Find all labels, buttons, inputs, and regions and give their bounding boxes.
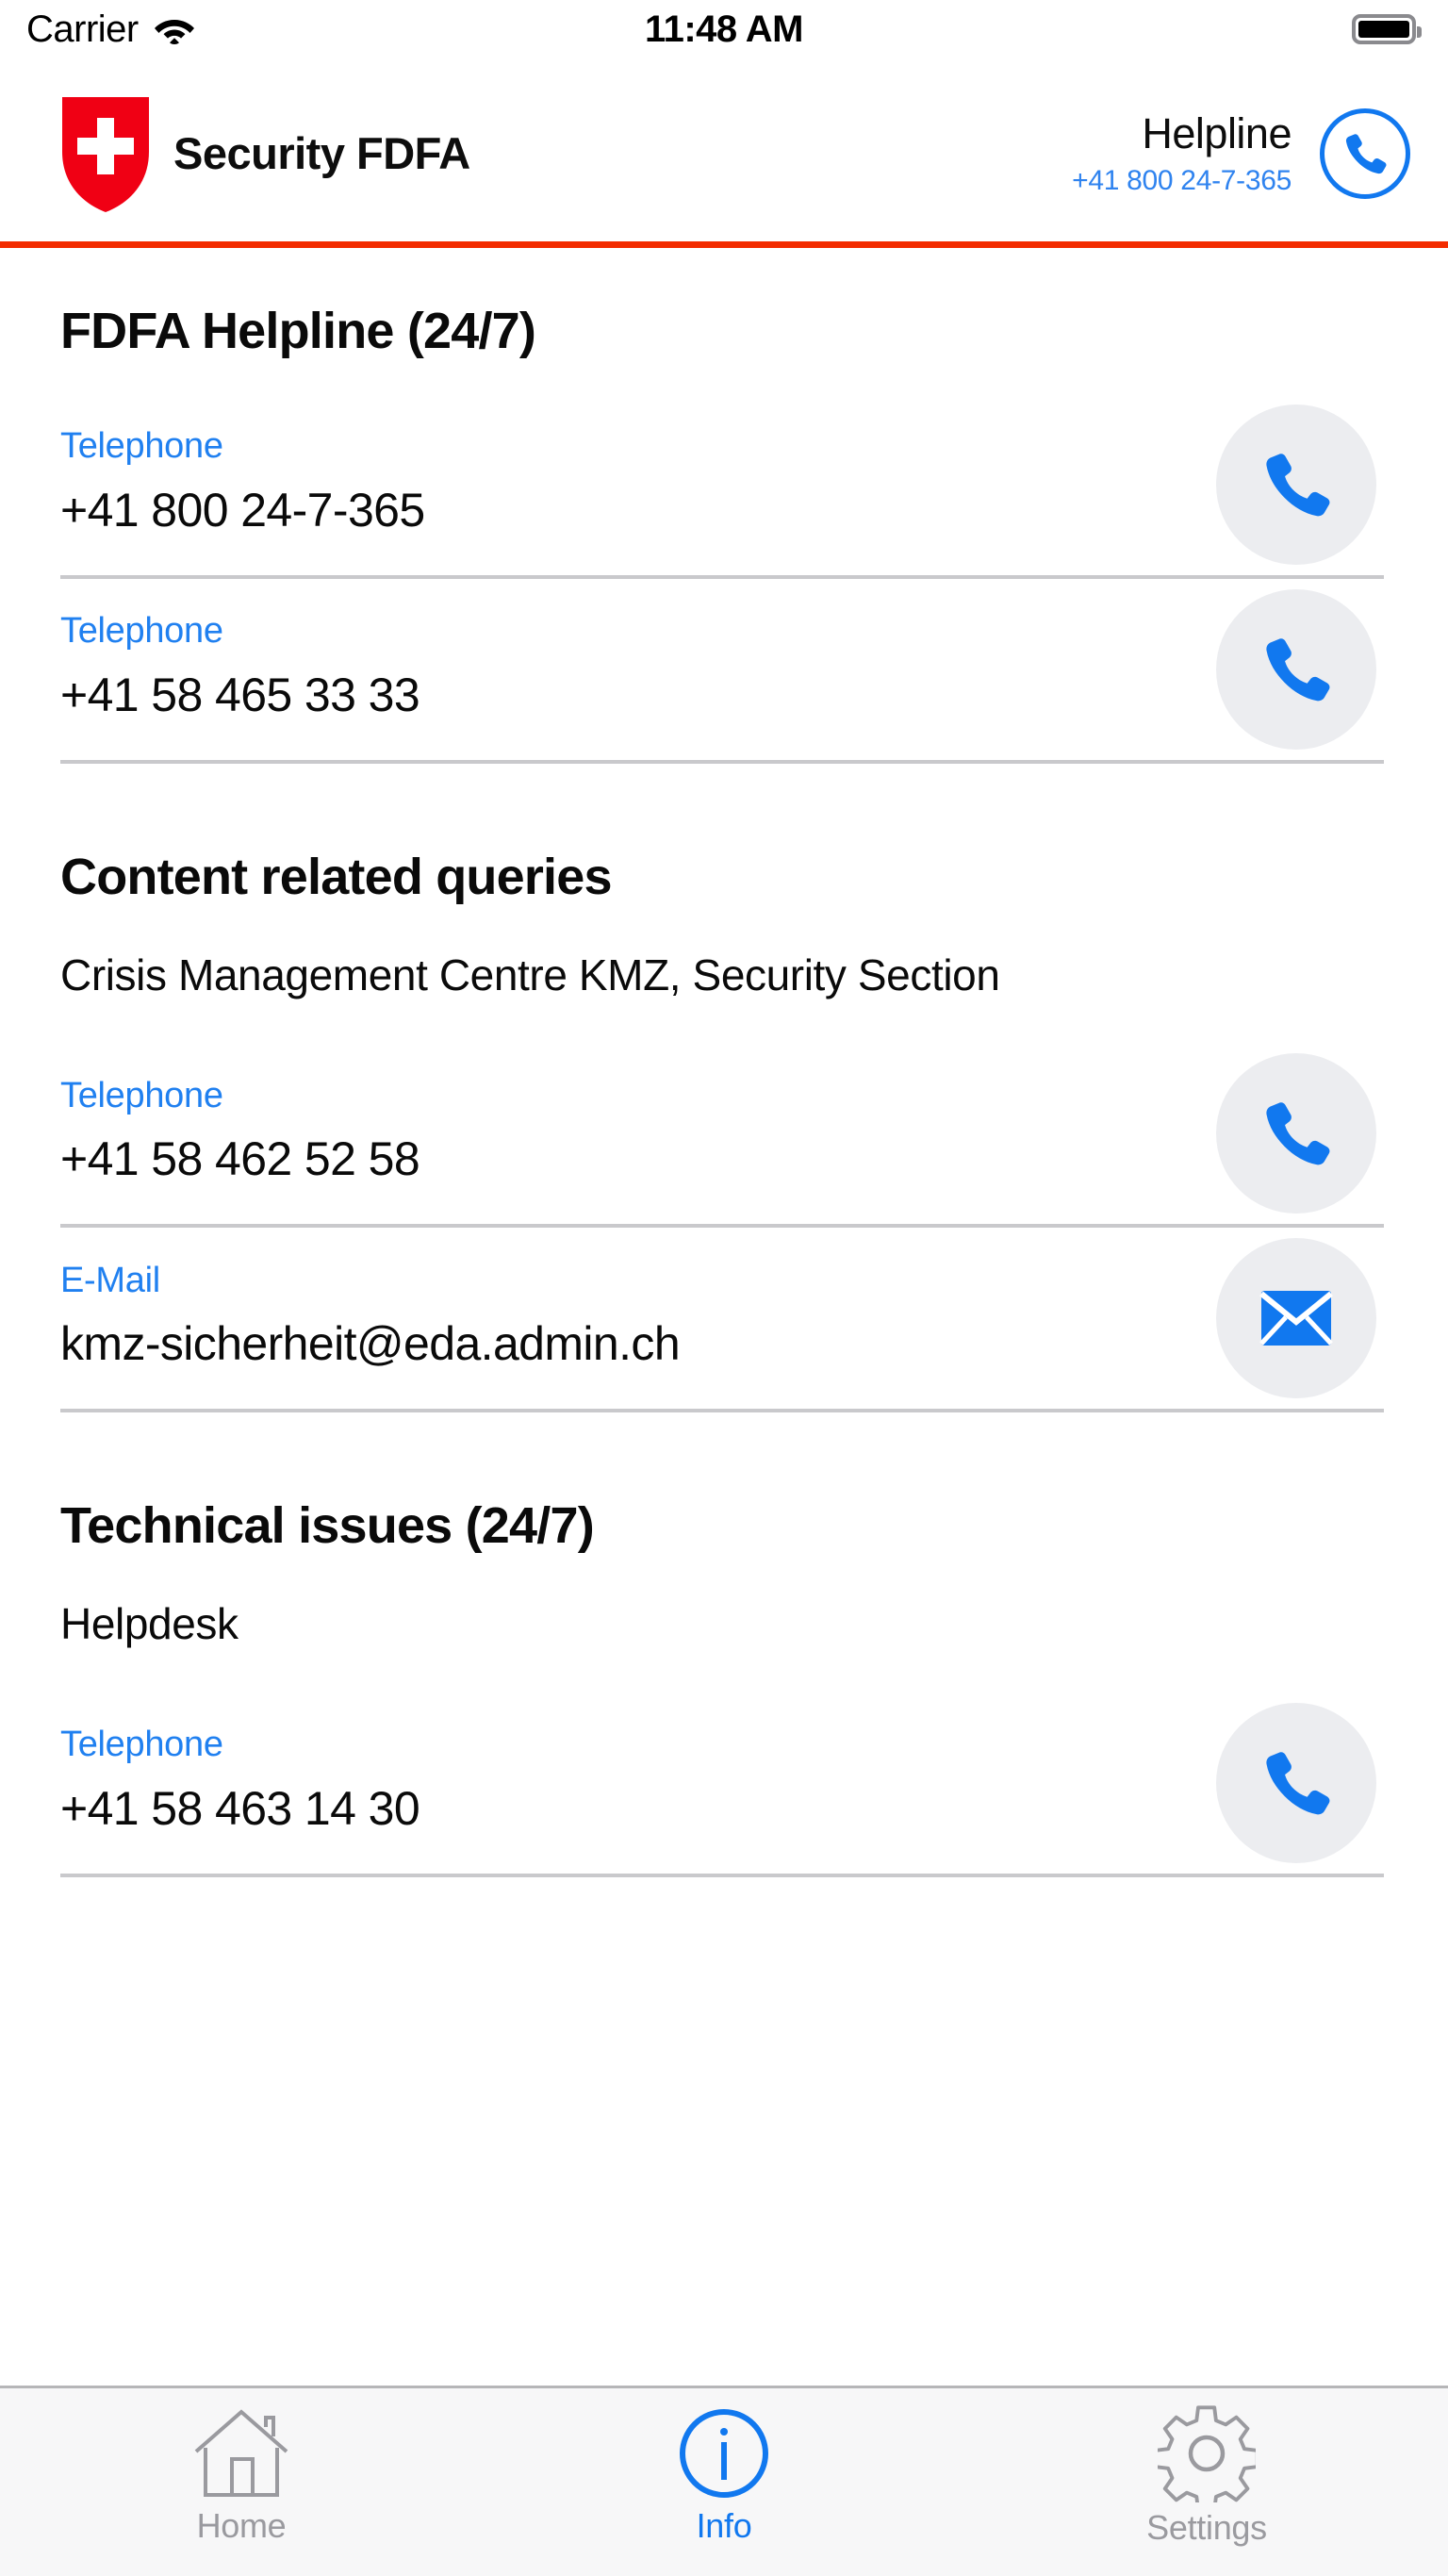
status-bar: Carrier 11:48 AM	[0, 0, 1448, 58]
contact-row[interactable]: Telephone +41 58 462 52 58	[60, 1043, 1384, 1228]
header-helpline[interactable]: Helpline +41 800 24-7-365	[1072, 108, 1410, 199]
contact-value[interactable]: +41 58 465 33 33	[60, 669, 1192, 723]
wifi-icon	[154, 14, 195, 44]
call-button[interactable]	[1216, 589, 1376, 750]
phone-icon	[1258, 446, 1335, 523]
header-call-button[interactable]	[1320, 108, 1410, 199]
tab-info[interactable]: Info	[483, 2388, 965, 2576]
contact-row[interactable]: Telephone +41 58 463 14 30	[60, 1693, 1384, 1877]
phone-icon	[1258, 1744, 1335, 1822]
email-button[interactable]	[1216, 1238, 1376, 1398]
helpline-label: Helpline	[1072, 109, 1292, 158]
helpline-number[interactable]: +41 800 24-7-365	[1072, 165, 1292, 197]
contact-value[interactable]: +41 58 462 52 58	[60, 1132, 1192, 1187]
mail-icon	[1259, 1289, 1333, 1347]
tab-bar: Home Info Settings	[0, 2386, 1448, 2576]
contact-value[interactable]: +41 58 463 14 30	[60, 1782, 1192, 1837]
phone-icon	[1341, 129, 1390, 178]
header-accent-rule	[0, 241, 1448, 248]
section-title: Content related queries	[60, 847, 1384, 908]
contact-label: Telephone	[60, 1075, 1192, 1118]
contact-row[interactable]: E-Mail kmz-sicherheit@eda.admin.ch	[60, 1228, 1384, 1412]
contact-label: Telephone	[60, 1724, 1192, 1767]
carrier-label: Carrier	[26, 8, 139, 51]
call-button[interactable]	[1216, 405, 1376, 565]
contact-info: Telephone +41 800 24-7-365	[60, 412, 1192, 556]
contact-info: Telephone +41 58 463 14 30	[60, 1710, 1192, 1855]
contact-label: E-Mail	[60, 1260, 1192, 1303]
section-subtitle: Helpdesk	[60, 1596, 1384, 1653]
contact-info: Telephone +41 58 465 33 33	[60, 597, 1192, 741]
contact-list: FDFA Helpline (24/7) Telephone +41 800 2…	[0, 248, 1448, 2357]
brand-title: Security FDFA	[173, 127, 470, 179]
contact-info: Telephone +41 58 462 52 58	[60, 1062, 1192, 1206]
call-button[interactable]	[1216, 1703, 1376, 1863]
contact-label: Telephone	[60, 425, 1192, 469]
swiss-shield-icon	[58, 93, 153, 214]
status-bar-time: 11:48 AM	[0, 8, 1448, 51]
gear-icon	[1158, 2404, 1256, 2502]
section-title: FDFA Helpline (24/7)	[60, 301, 1384, 362]
contact-row[interactable]: Telephone +41 800 24-7-365	[60, 394, 1384, 579]
tab-label-settings: Settings	[1146, 2508, 1267, 2548]
tab-label-home: Home	[197, 2506, 287, 2546]
section-title: Technical issues (24/7)	[60, 1495, 1384, 1557]
phone-icon	[1258, 1095, 1335, 1172]
call-button[interactable]	[1216, 1053, 1376, 1214]
info-circle-icon	[677, 2406, 771, 2501]
contact-row[interactable]: Telephone +41 58 465 33 33	[60, 579, 1384, 764]
home-icon	[190, 2406, 292, 2501]
helpline-text: Helpline +41 800 24-7-365	[1072, 109, 1292, 198]
tab-home[interactable]: Home	[0, 2388, 483, 2576]
section-subtitle: Crisis Management Centre KMZ, Security S…	[60, 948, 1384, 1004]
brand: Security FDFA	[58, 93, 470, 214]
app-header: Security FDFA Helpline +41 800 24-7-365	[0, 58, 1448, 248]
contact-label: Telephone	[60, 610, 1192, 653]
phone-icon	[1258, 631, 1335, 708]
status-bar-left: Carrier	[26, 8, 195, 51]
tab-label-info: Info	[697, 2506, 752, 2546]
battery-full-icon	[1352, 14, 1416, 44]
contact-info: E-Mail kmz-sicherheit@eda.admin.ch	[60, 1247, 1192, 1391]
status-bar-right	[1352, 14, 1416, 44]
tab-settings[interactable]: Settings	[965, 2388, 1448, 2576]
contact-value[interactable]: +41 800 24-7-365	[60, 484, 1192, 538]
contact-value[interactable]: kmz-sicherheit@eda.admin.ch	[60, 1317, 1192, 1372]
